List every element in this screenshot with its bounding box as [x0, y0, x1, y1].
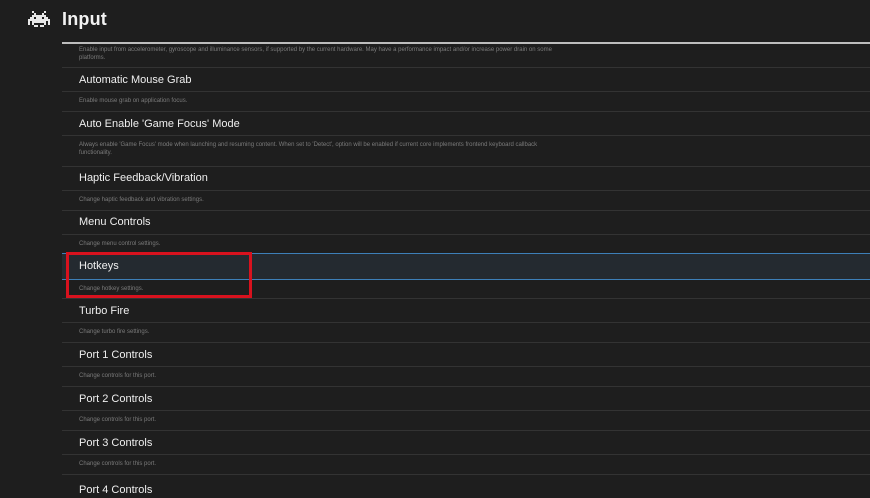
item-title: Auto Enable 'Game Focus' Mode	[79, 118, 240, 130]
item-title: Turbo Fire	[79, 305, 130, 317]
space-invader-icon	[28, 11, 50, 27]
item-description-cont: functionality.	[79, 150, 112, 156]
item-title: Haptic Feedback/Vibration	[79, 172, 208, 184]
list-item-port-3-controls[interactable]: Port 3 Controls Change controls for this…	[62, 431, 870, 474]
item-description: Change controls for this port.	[79, 373, 157, 379]
divider	[62, 91, 870, 92]
item-description: Change turbo fire settings.	[79, 329, 150, 335]
item-description: Change menu control settings.	[79, 241, 161, 247]
item-description: Change haptic feedback and vibration set…	[79, 197, 204, 203]
list-item-turbo-fire[interactable]: Turbo Fire Change turbo fire settings.	[62, 299, 870, 342]
item-title: Port 3 Controls	[79, 437, 153, 449]
item-description: Enable mouse grab on application focus.	[79, 98, 188, 104]
header-bar: Input	[0, 0, 870, 42]
item-description: Change controls for this port.	[79, 417, 157, 423]
item-title: Port 2 Controls	[79, 393, 153, 405]
divider	[62, 454, 870, 455]
list-item-menu-controls[interactable]: Menu Controls Change menu control settin…	[62, 211, 870, 253]
item-description: Change controls for this port.	[79, 461, 157, 467]
divider	[62, 410, 870, 411]
item-title: Menu Controls	[79, 216, 151, 228]
red-highlight-annotation	[66, 252, 252, 298]
item-description: Always enable 'Game Focus' mode when lau…	[79, 142, 538, 148]
list-item-game-focus-mode[interactable]: Auto Enable 'Game Focus' Mode Always ena…	[62, 112, 870, 166]
divider	[62, 234, 870, 235]
list-item-automatic-mouse-grab[interactable]: Automatic Mouse Grab Enable mouse grab o…	[62, 68, 870, 111]
page-title: Input	[62, 9, 107, 29]
divider	[62, 366, 870, 367]
divider	[62, 190, 870, 191]
divider	[62, 135, 870, 136]
retroarch-input-menu: Input Enable input from accelerometer, g…	[0, 0, 870, 498]
list-item-port-4-controls[interactable]: Port 4 Controls	[62, 475, 870, 498]
item-description-sensors: Enable input from accelerometer, gyrosco…	[79, 47, 552, 53]
list-item-port-2-controls[interactable]: Port 2 Controls Change controls for this…	[62, 387, 870, 430]
item-title: Port 1 Controls	[79, 349, 153, 361]
item-description-sensors-cont: platforms.	[79, 55, 106, 61]
item-title: Port 4 Controls	[79, 484, 153, 496]
list-item-haptic-feedback[interactable]: Haptic Feedback/Vibration Change haptic …	[62, 167, 870, 210]
list-item-port-1-controls[interactable]: Port 1 Controls Change controls for this…	[62, 343, 870, 386]
divider	[62, 322, 870, 323]
item-title: Automatic Mouse Grab	[79, 74, 192, 86]
